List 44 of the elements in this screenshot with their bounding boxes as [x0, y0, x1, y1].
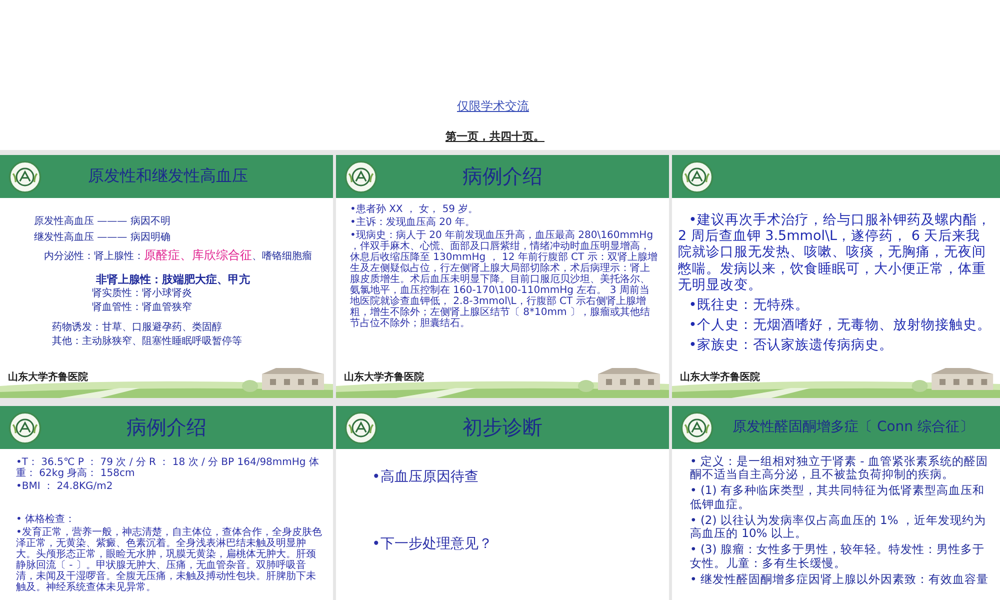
- emblem-icon: [680, 410, 714, 444]
- slide-text: 药物诱发：甘草、口服避孕药、类固醇: [52, 322, 222, 334]
- slide-title: 原发性和继发性高血压: [88, 166, 248, 187]
- slide-text: •建议再次手术治疗，给与口服补钾药及螺内酯， 2 周后查血钾 3.5mmol\L，遂停药， 6 天后来我院就诊口服无发热、咳嗽、咳痰，无胸痛，无夜间憋喘。发病以来，饮食睡眠可，大小便正常，体重无明显改变。: [678, 212, 991, 293]
- emblem-icon: [344, 160, 378, 194]
- slide-text: • (1) 有多种临床类型，其共同特征为低肾素型高血压和低钾血症。: [690, 483, 984, 511]
- slide-text: 、嗜铬细胞瘤: [252, 251, 312, 262]
- slide-text: •主诉：发现血压高 20 年。: [350, 217, 475, 228]
- emblem-icon: [8, 410, 42, 444]
- slide-title: 原发性醛固酮增多症〔 Conn 综合征〕: [732, 419, 974, 436]
- slide-text: 肾血管性：肾血管狭窄: [92, 302, 192, 314]
- slide-title: 病例介绍: [126, 414, 208, 441]
- slide-text: •个人史：无烟酒嗜好，无毒物、放射物接触史。: [688, 317, 991, 334]
- slide-text: • (3) 腺瘤：女性多于男性，较年轻。特发性：男性多于女性。儿童：多有生长缓慢。: [690, 542, 984, 570]
- slide-text: •患者孙 XX ， 女， 59 岁。: [350, 204, 478, 215]
- slide-text: •T： 36.5℃ P ： 79 次 / 分 R ： 18 次 / 分 BP 164/98mmHg 体重： 62kg 身高： 158cm: [16, 457, 319, 479]
- slide-text: •下一步处理意见？: [372, 536, 492, 552]
- slide-text: 内分泌性：肾上腺性：: [44, 251, 144, 262]
- slide-text: 非肾上腺性：肢端肥大症、甲亢: [96, 273, 250, 286]
- emblem-icon: [344, 410, 378, 444]
- slide-text: 其他：主动脉狭窄、阻塞性睡眠呼吸暂停等: [52, 336, 242, 348]
- slide-text: •家族史：否认家族遗传病病史。: [688, 337, 893, 354]
- slide-text: • 继发性醛固酮增多症因肾上腺以外因素致：有效血容量: [690, 572, 988, 586]
- emblem-icon: [680, 160, 714, 194]
- slide-title: 病例介绍: [462, 163, 544, 190]
- slide-text: • (2) 以往认为发病率仅占高血压的 1% ，近年发现约为高血压的 10% 以上。: [690, 512, 986, 540]
- slide-title: 初步诊断: [462, 414, 544, 441]
- slide-text: •BMI ： 24.8KG/m2: [16, 481, 113, 492]
- slide-text: 原醛症、库欣综合征: [144, 248, 252, 262]
- footer-logo-text: 山东大学齐鲁医院: [344, 370, 424, 384]
- slide-text: •既往史：无特殊。: [688, 296, 809, 313]
- slide-text: •现病史：病人于 20 年前发现血压升高，血压最高 280\160mmHg ，伴双手麻木、心慌、面部及口唇紫绀，情绪冲动时血压明显增高，休息后收缩压降至 130mmHg ， 12 年前行腹部 CT 示：双肾上腺增生及左侧疑似占位，行左侧肾上腺大局部切除术，术后病理示：肾上腺皮质增生。术后血压未明显下降。目前口服厄贝沙坦、美托洛尔、氨氯地平，血压控制在 160-170\100-110mmHg 左右。 3 周前当地医院就诊查血钾低， 2.8-3mmol\L，行腹部 CT 示右侧肾上腺增粗，增生不除外；左侧肾上腺区结节〔 8*10mm 〕，腺瘤或其他结节占位不除外；胆囊结石。: [350, 230, 658, 329]
- slide-text: •发育正常，营养一般，神志清楚，自主体位，查体合作，全身皮肤色泽正常，无黄染、紫癜、色素沉着。全身浅表淋巴结未触及明显肿大。头颅形态正常，眼睑无水肿，巩膜无黄染，扁桃体无肿大。肝颈静脉回流〔 - 〕。甲状腺无肿大、压痛，无血管杂音。双肺呼吸音清，未闻及干湿啰音。全腹无压痛，未触及搏动性包块。肝脾肋下未触及。神经系统查体未见异常。: [16, 527, 322, 593]
- slide-text: 继发性高血压 ——— 病因明确: [34, 232, 170, 243]
- header-link[interactable]: 仅限学术交流: [457, 98, 529, 115]
- slide-text: 肾实质性：肾小球肾炎: [92, 288, 192, 300]
- slide-text: • 体格检查：: [16, 514, 76, 525]
- footer-logo-text: 山东大学齐鲁医院: [680, 370, 760, 384]
- slide-text: •高血压原因待查: [372, 469, 478, 485]
- footer-logo-text: 山东大学齐鲁医院: [8, 370, 88, 384]
- page-info: 第一页，共四十页。: [446, 129, 544, 144]
- slide-text: 原发性高血压 ——— 病因不明: [34, 216, 170, 227]
- slide-text: • 定义：是一组相对独立于肾素 - 血管紧张素系统的醛固酮不适当自主高分泌，且不被盐负荷抑制的疾病。: [690, 454, 988, 482]
- emblem-icon: [8, 160, 42, 194]
